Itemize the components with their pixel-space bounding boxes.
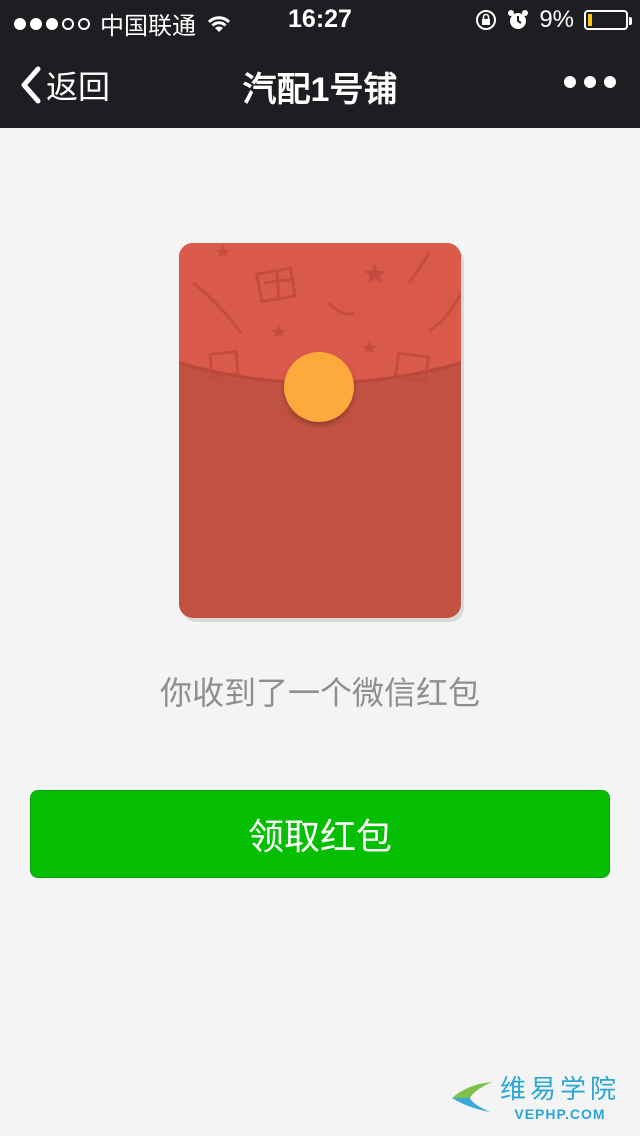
envelope-caption: 你收到了一个微信红包: [159, 675, 480, 711]
ellipsis-icon: [564, 76, 576, 88]
watermark: 维易学院 VEPHP.COM: [450, 1069, 620, 1122]
status-right: 9%: [475, 6, 632, 34]
open-red-envelope-button[interactable]: 领取红包: [30, 790, 610, 878]
battery-icon: [584, 10, 632, 30]
watermark-site: VEPHP.COM: [514, 1106, 606, 1122]
red-envelope[interactable]: [179, 243, 461, 618]
battery-percent: 9%: [539, 6, 574, 33]
status-bar: 中国联通 16:27 9%: [0, 0, 640, 40]
alarm-icon: [508, 10, 529, 29]
rotation-lock-icon: [476, 10, 497, 30]
navigation-bar: 返回 汽配1号铺: [0, 40, 640, 128]
watermark-name: 维易学院: [499, 1074, 620, 1104]
top-bar: 中国联通 16:27 9% 返回 汽配1号铺: [0, 0, 640, 128]
page-title: 汽配1号铺: [242, 71, 398, 109]
more-button[interactable]: [564, 76, 616, 88]
watermark-logo-icon: [451, 1081, 492, 1112]
open-coin-icon[interactable]: [284, 352, 354, 422]
